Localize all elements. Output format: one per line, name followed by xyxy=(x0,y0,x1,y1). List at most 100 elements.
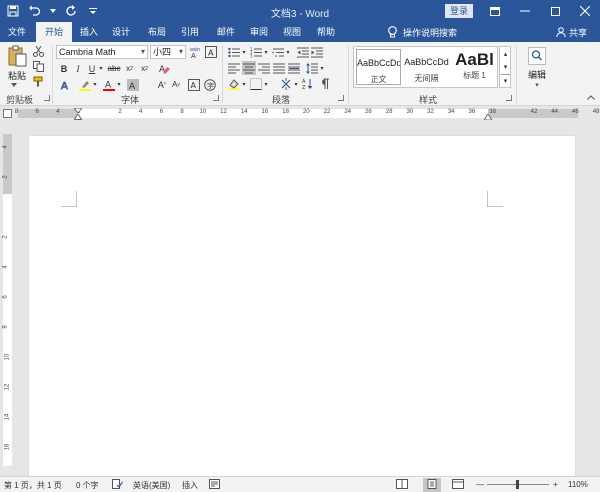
zoom-slider-thumb[interactable] xyxy=(516,480,519,489)
font-family-select[interactable]: Cambria Math ▾ xyxy=(56,45,148,59)
phonetic-guide-icon[interactable]: wén A xyxy=(189,45,203,59)
chinese-layout-icon[interactable] xyxy=(279,77,293,91)
style-normal[interactable]: AaBbCcDd 正文 xyxy=(356,49,401,85)
tab-references[interactable]: 邮件 xyxy=(211,22,241,42)
maximize-icon[interactable] xyxy=(540,0,570,22)
login-button[interactable]: 登录 xyxy=(445,4,473,18)
text-effects-icon[interactable]: A xyxy=(58,78,74,91)
chevron-up-icon[interactable]: ▴ xyxy=(501,48,510,60)
word-count[interactable]: 0 个字 xyxy=(76,480,99,491)
bullets-dropdown-icon[interactable]: ▾ xyxy=(241,45,247,59)
tell-me-search[interactable]: 操作说明搜索 xyxy=(388,22,457,42)
tab-review[interactable]: 视图 xyxy=(277,22,307,42)
decrease-font-size-icon[interactable]: Av xyxy=(169,78,183,91)
paste-dropdown-icon[interactable] xyxy=(10,82,18,88)
clipboard-launcher-icon[interactable] xyxy=(44,95,50,101)
font-size-select[interactable]: 小四 ▾ xyxy=(150,45,186,59)
undo-icon[interactable] xyxy=(28,4,42,18)
justify-icon[interactable] xyxy=(272,61,286,75)
cut-icon[interactable] xyxy=(31,45,45,58)
shading-icon[interactable] xyxy=(227,77,241,91)
paste-button[interactable] xyxy=(6,44,28,68)
macro-icon[interactable] xyxy=(209,479,220,491)
tab-insert[interactable]: 插入 xyxy=(74,22,104,42)
more-styles-icon[interactable]: ▾ xyxy=(501,74,510,86)
numbering-dropdown-icon[interactable]: ▾ xyxy=(263,45,269,59)
character-shading-icon[interactable]: A xyxy=(126,78,140,91)
zoom-in-icon[interactable]: + xyxy=(553,480,558,489)
tab-view[interactable]: 帮助 xyxy=(311,22,341,42)
increase-indent-icon[interactable] xyxy=(310,45,324,59)
chevron-down-icon[interactable]: ▾ xyxy=(501,61,510,73)
shading-dropdown-icon[interactable]: ▾ xyxy=(241,77,247,91)
collapse-ribbon-icon[interactable] xyxy=(586,92,596,102)
tab-layout[interactable]: 引用 xyxy=(175,22,205,42)
decrease-indent-icon[interactable] xyxy=(296,45,310,59)
copy-icon[interactable] xyxy=(31,60,45,73)
subscript-icon[interactable]: x2 xyxy=(123,62,136,75)
format-painter-icon[interactable] xyxy=(31,75,45,88)
zoom-level[interactable]: 110% xyxy=(568,480,588,489)
borders-dropdown-icon[interactable]: ▾ xyxy=(263,77,269,91)
document-page[interactable] xyxy=(29,136,575,476)
style-no-spacing[interactable]: AaBbCcDd 无间隔 xyxy=(404,49,449,85)
highlight-color-icon[interactable] xyxy=(78,78,92,91)
italic-icon[interactable]: I xyxy=(72,62,84,75)
editing-button[interactable]: 编辑 ▾ xyxy=(523,46,551,90)
strikethrough-icon[interactable]: abc xyxy=(107,62,121,75)
print-layout-icon[interactable] xyxy=(423,478,441,492)
language-indicator[interactable]: 英语(美国) xyxy=(133,480,170,491)
multilevel-dropdown-icon[interactable]: ▾ xyxy=(285,45,291,59)
tab-mailings[interactable]: 审阅 xyxy=(244,22,274,42)
numbering-icon[interactable]: 123 xyxy=(249,45,263,59)
share-button[interactable]: 共享 xyxy=(556,22,587,42)
align-left-icon[interactable] xyxy=(227,61,241,75)
ribbon-display-options-icon[interactable] xyxy=(480,0,510,22)
line-spacing-icon[interactable] xyxy=(305,61,319,75)
font-color-dropdown-icon[interactable]: ▾ xyxy=(116,78,122,91)
tab-selector[interactable] xyxy=(3,109,12,118)
style-heading-1[interactable]: AaBl 标题 1 xyxy=(452,49,497,85)
enclose-characters-icon[interactable]: 字 xyxy=(203,78,217,91)
paragraph-launcher-icon[interactable] xyxy=(338,95,344,101)
change-case-icon[interactable]: A xyxy=(187,78,201,91)
zoom-out-icon[interactable]: — xyxy=(476,480,484,489)
read-mode-icon[interactable] xyxy=(396,479,408,491)
line-spacing-dropdown-icon[interactable]: ▾ xyxy=(319,61,325,75)
chinese-layout-dropdown-icon[interactable]: ▾ xyxy=(293,77,299,91)
borders-icon[interactable] xyxy=(249,77,263,91)
insert-mode[interactable]: 插入 xyxy=(182,480,198,491)
proofing-icon[interactable] xyxy=(112,479,123,491)
clear-formatting-icon[interactable]: A xyxy=(158,62,172,75)
tab-file[interactable]: 文件 xyxy=(0,22,34,42)
tab-home[interactable]: 开始 xyxy=(36,22,72,42)
align-right-icon[interactable] xyxy=(257,61,271,75)
bullets-icon[interactable] xyxy=(227,45,241,59)
align-center-icon[interactable] xyxy=(242,61,256,75)
font-launcher-icon[interactable] xyxy=(213,95,219,101)
customize-toolbar-icon[interactable] xyxy=(86,4,100,18)
styles-launcher-icon[interactable] xyxy=(506,95,512,101)
tab-help[interactable] xyxy=(346,22,376,42)
sort-icon[interactable]: AZ xyxy=(301,77,315,91)
undo-dropdown-icon[interactable] xyxy=(50,4,56,18)
page-count[interactable]: 第 1 页，共 1 页 xyxy=(4,480,62,491)
close-icon[interactable] xyxy=(570,0,600,22)
bold-icon[interactable]: B xyxy=(58,62,70,75)
web-layout-icon[interactable] xyxy=(452,479,464,491)
distributed-icon[interactable] xyxy=(287,61,301,75)
first-line-indent-marker[interactable] xyxy=(74,107,82,113)
underline-icon[interactable]: U xyxy=(86,62,98,75)
superscript-icon[interactable]: x2 xyxy=(138,62,151,75)
tab-design[interactable]: 布局 xyxy=(142,22,172,42)
highlight-dropdown-icon[interactable]: ▾ xyxy=(92,78,98,91)
save-icon[interactable] xyxy=(6,4,20,18)
font-color-icon[interactable]: A xyxy=(102,78,116,91)
show-hide-marks-icon[interactable] xyxy=(318,77,332,91)
increase-font-size-icon[interactable]: A ^ xyxy=(155,78,169,91)
minimize-icon[interactable] xyxy=(510,0,540,22)
underline-dropdown-icon[interactable]: ▾ xyxy=(98,62,104,75)
tab-draw[interactable]: 设计 xyxy=(106,22,136,42)
multilevel-list-icon[interactable] xyxy=(271,45,285,59)
character-border-icon[interactable]: A xyxy=(204,45,218,59)
